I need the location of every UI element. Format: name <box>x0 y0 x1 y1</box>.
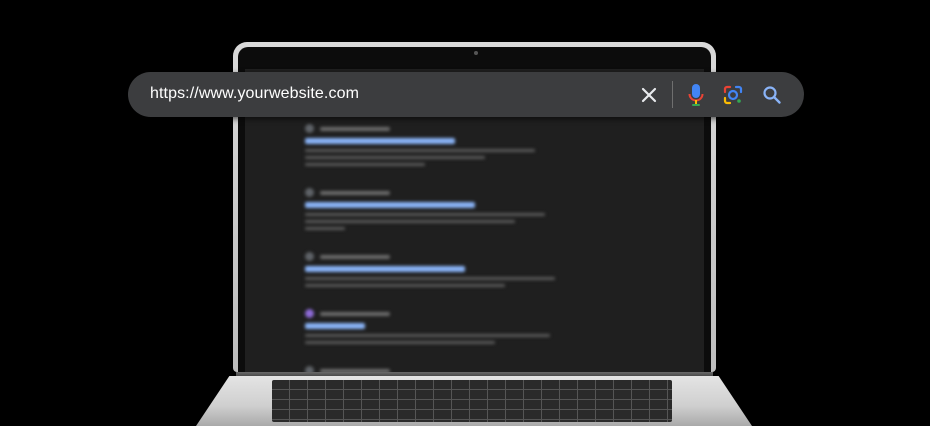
list-item <box>305 188 565 230</box>
list-item <box>305 309 565 344</box>
favicon-icon <box>305 124 314 133</box>
favicon-icon <box>305 188 314 197</box>
divider <box>672 81 673 108</box>
url-text[interactable]: https://www.yourwebsite.com <box>150 84 359 104</box>
search-icon[interactable] <box>759 82 785 108</box>
address-bar[interactable]: https://www.yourwebsite.com <box>128 72 804 117</box>
camera-lens-icon[interactable] <box>720 82 746 108</box>
favicon-icon <box>305 252 314 261</box>
blurred-search-results <box>305 124 565 372</box>
webcam-icon <box>474 51 478 55</box>
list-item <box>305 124 565 166</box>
laptop-keyboard <box>272 380 672 422</box>
favicon-icon <box>305 309 314 318</box>
mic-icon[interactable] <box>683 82 709 108</box>
list-item <box>305 252 565 287</box>
close-icon[interactable] <box>636 82 662 108</box>
